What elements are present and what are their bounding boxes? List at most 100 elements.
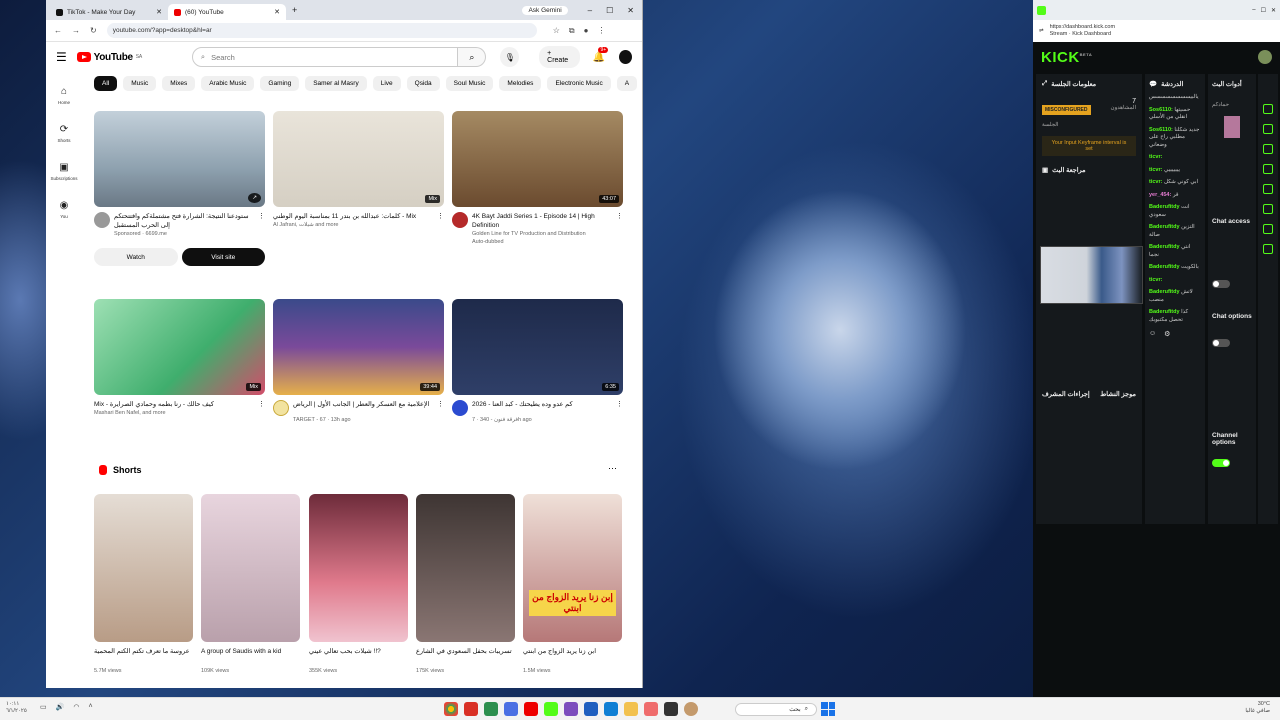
- chat-username[interactable]: Baderufitdy: [1149, 309, 1180, 315]
- chip-arabic-music[interactable]: Arabic Music: [201, 76, 255, 91]
- chat-username[interactable]: ticvr:: [1149, 277, 1162, 283]
- video-title[interactable]: Mix - كيف حالك - رنا بطمه وحمادي الصراير…: [94, 400, 254, 409]
- channel-avatar[interactable]: [94, 212, 110, 228]
- toggle-switch[interactable]: [1212, 459, 1230, 467]
- minimize-icon[interactable]: –: [1252, 7, 1255, 13]
- youtube-logo[interactable]: YouTube SA: [76, 52, 142, 63]
- close-tab-icon[interactable]: ✕: [274, 8, 280, 16]
- video-card[interactable]: ↗ ستودعنا النتيجة: الشرارة فتح مشتملةكم …: [94, 111, 265, 266]
- maximize-icon[interactable]: ☐: [606, 6, 613, 15]
- short-card[interactable]: شيلات بحب تعالي عيني !!? 355K views: [309, 494, 408, 674]
- search-button[interactable]: ⌕: [458, 47, 487, 67]
- short-title[interactable]: شيلات بحب تعالي عيني !!?: [309, 648, 408, 665]
- video-title[interactable]: ستودعنا النتيجة: الشرارة فتح مشتملةكم وا…: [114, 212, 254, 230]
- short-title[interactable]: ابن زنا يريد الزواج من ابنتي: [523, 648, 622, 665]
- more-options-icon[interactable]: ⋯: [608, 463, 617, 474]
- back-icon[interactable]: ←: [54, 26, 62, 35]
- chat-username[interactable]: Sos6110:: [1149, 127, 1173, 133]
- chat-username[interactable]: ticvr:: [1149, 167, 1162, 173]
- video-card[interactable]: 43:07 4K Bayt Jaddi Series 1 - Episode 1…: [452, 111, 623, 246]
- ask-gemini-button[interactable]: Ask Gemini: [522, 5, 568, 15]
- app-blue-icon[interactable]: [504, 702, 518, 716]
- chat-access-toggle[interactable]: [1212, 275, 1252, 293]
- chat-username[interactable]: Baderufitdy: [1149, 224, 1180, 230]
- short-card[interactable]: تسريبات بحفل السعودي في الشارع 175K view…: [416, 494, 515, 674]
- channel-options-toggle[interactable]: [1212, 454, 1252, 472]
- app-purple-icon[interactable]: [564, 702, 578, 716]
- app-dark-icon[interactable]: [664, 702, 678, 716]
- camera-icon[interactable]: [1263, 124, 1273, 134]
- forward-icon[interactable]: →: [72, 26, 80, 35]
- short-card[interactable]: A group of Saudis with a kid 109K views: [201, 494, 300, 674]
- expand-icon[interactable]: ⤢: [1042, 80, 1047, 88]
- chip-mixes[interactable]: Mixes: [162, 76, 196, 91]
- document-icon[interactable]: [1263, 164, 1273, 174]
- app-red-icon[interactable]: [464, 702, 478, 716]
- wifi-icon[interactable]: ◠: [73, 703, 79, 711]
- edge-icon[interactable]: [604, 702, 618, 716]
- stream-thumbnail[interactable]: [1224, 116, 1240, 138]
- chevron-up-icon[interactable]: ˄: [88, 703, 92, 711]
- new-tab-button[interactable]: +: [286, 5, 303, 15]
- toggle-switch[interactable]: [1212, 280, 1230, 288]
- chip-all[interactable]: All: [94, 76, 118, 91]
- chat-options-toggle[interactable]: [1212, 334, 1252, 352]
- profile-icon[interactable]: ●: [584, 26, 589, 36]
- close-window-icon[interactable]: ✕: [627, 6, 634, 15]
- app-green-icon[interactable]: [484, 702, 498, 716]
- video-thumbnail[interactable]: ↗: [94, 111, 265, 207]
- taskbar-clock[interactable]: ١٠:١١ ٦/١/٢٠٢٥: [6, 701, 27, 715]
- volume-icon[interactable]: 🔊: [56, 703, 65, 711]
- minimize-icon[interactable]: –: [588, 6, 592, 15]
- avatar[interactable]: [1258, 50, 1272, 64]
- short-thumbnail[interactable]: [94, 494, 193, 642]
- maximize-icon[interactable]: ☐: [1261, 7, 1266, 14]
- tab-tiktok[interactable]: TikTok - Make Your Day ✕: [50, 4, 168, 20]
- kick-logo[interactable]: KICKBETA: [1041, 49, 1092, 66]
- chip-melodies[interactable]: Melodies: [499, 76, 542, 91]
- video-thumbnail[interactable]: 43:07: [452, 111, 623, 207]
- chip-electronic-music[interactable]: Electronic Music: [547, 76, 611, 91]
- short-card[interactable]: عروسة ما تعرف تكتم الكتم المحمية 5.7M vi…: [94, 494, 193, 674]
- short-thumbnail[interactable]: [201, 494, 300, 642]
- file-explorer-icon[interactable]: [624, 702, 638, 716]
- short-thumbnail[interactable]: [416, 494, 515, 642]
- short-title[interactable]: عروسة ما تعرف تكتم الكتم المحمية: [94, 648, 193, 665]
- chat-username[interactable]: Sos6110:: [1149, 107, 1173, 113]
- sidebar-item-shorts[interactable]: ⟳ Shorts: [46, 114, 82, 152]
- search-input[interactable]: ⌕ Search: [191, 47, 459, 67]
- watch-button[interactable]: Watch: [94, 248, 178, 266]
- widgets-icon[interactable]: [684, 702, 698, 716]
- voice-search-button[interactable]: 🎙: [500, 47, 520, 67]
- video-title[interactable]: كم عدو وده يطيحتك - كبد العنا - 2026: [472, 400, 612, 416]
- sidebar-item-subscriptions[interactable]: ▣ Subscriptions: [46, 152, 82, 190]
- chat-username[interactable]: Baderufitdy: [1149, 289, 1180, 295]
- chip-qsida[interactable]: Qsida: [406, 76, 440, 91]
- visit-site-button[interactable]: Visit site: [181, 248, 265, 266]
- edit-icon[interactable]: [1263, 104, 1273, 114]
- chip-gaming[interactable]: Gaming: [260, 76, 300, 91]
- app-pink-icon[interactable]: [644, 702, 658, 716]
- video-thumbnail[interactable]: 39:44: [273, 299, 444, 395]
- avatar[interactable]: [618, 50, 632, 64]
- chat-bubble-icon[interactable]: [1263, 184, 1273, 194]
- create-button[interactable]: + Create: [539, 46, 581, 68]
- chip-a[interactable]: A: [616, 76, 638, 91]
- chat-username[interactable]: Baderufitdy: [1149, 264, 1180, 270]
- video-card[interactable]: 6:35 كم عدو وده يطيحتك - كبد العنا - 202…: [452, 299, 623, 424]
- chip-soul-music[interactable]: Soul Music: [445, 76, 494, 91]
- battery-icon[interactable]: ▭: [40, 703, 47, 711]
- video-card[interactable]: Mix كلمات: عبدالله بن بندر 11 بمناسبة ال…: [273, 111, 444, 229]
- video-thumbnail[interactable]: Mix: [273, 111, 444, 207]
- chip-music[interactable]: Music: [123, 76, 157, 91]
- video-thumbnail[interactable]: 6:35: [452, 299, 623, 395]
- short-title[interactable]: تسريبات بحفل السعودي في الشارع: [416, 648, 515, 665]
- sidebar-item-home[interactable]: ⌂ Home: [46, 76, 82, 114]
- short-title[interactable]: A group of Saudis with a kid: [201, 648, 300, 665]
- video-title[interactable]: كلمات: عبدالله بن بندر 11 بمناسبة اليوم …: [273, 212, 433, 221]
- channel-avatar[interactable]: [452, 212, 468, 228]
- app-navy-icon[interactable]: [584, 702, 598, 716]
- chat-username[interactable]: ticvr:: [1149, 154, 1162, 160]
- menu-dots-icon[interactable]: ⋮: [597, 26, 605, 36]
- video-title[interactable]: الإعلامية مع العسكر والعطر | الجانب الأو…: [293, 400, 433, 416]
